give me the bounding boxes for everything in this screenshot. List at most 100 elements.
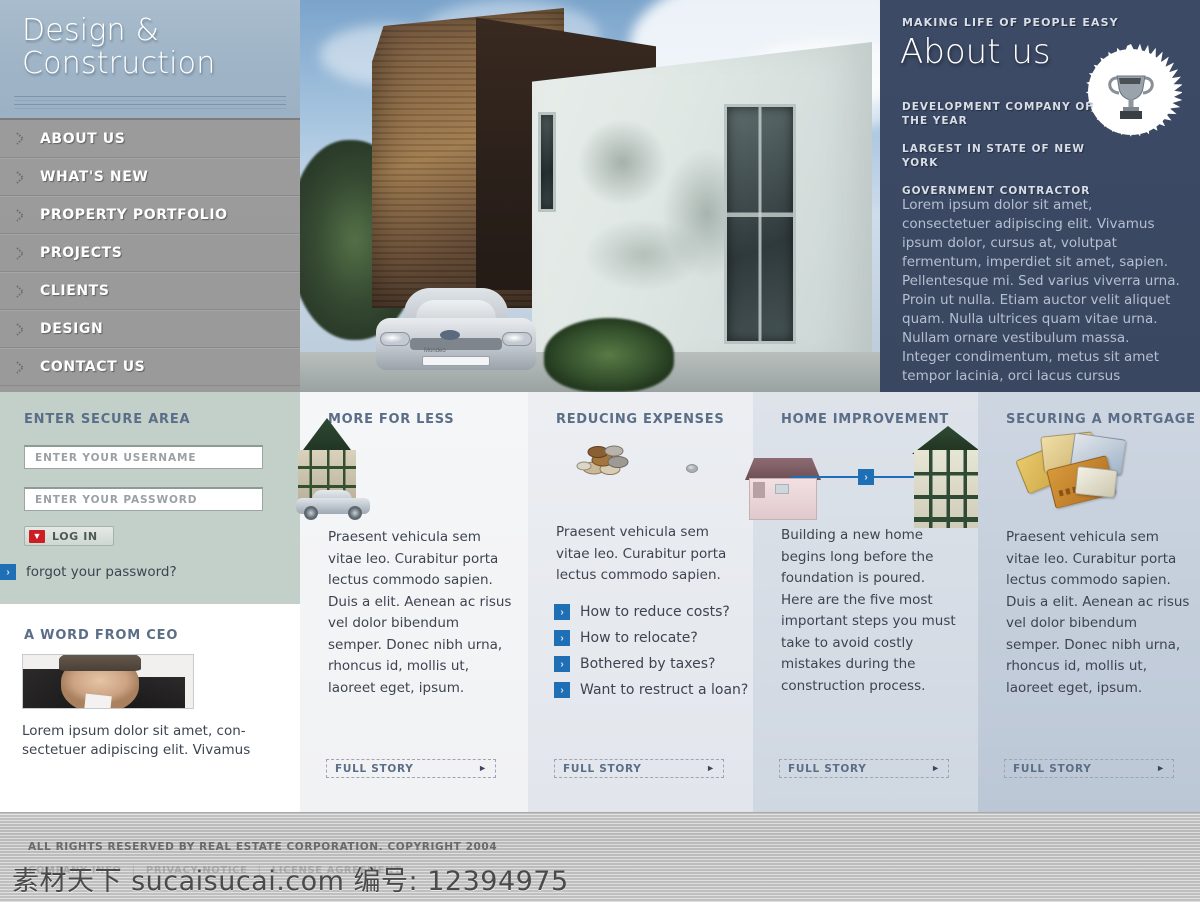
full-story-button[interactable]: FULL STORY ► bbox=[779, 759, 949, 778]
hero-building-image: Mondeo bbox=[300, 0, 880, 392]
page-title: About us bbox=[900, 32, 1051, 72]
about-highlight-item: DEVELOPMENT COMPANY OF THE YEAR bbox=[902, 101, 1094, 127]
sidebar-item-label: WHAT'S NEW bbox=[40, 169, 149, 185]
username-input[interactable]: ENTER YOUR USERNAME bbox=[24, 445, 263, 469]
card-body: Building a new home begins long before t… bbox=[781, 527, 956, 694]
left-sidebar: ENTER SECURE AREA ENTER YOUR USERNAME EN… bbox=[0, 392, 300, 812]
list-item-label: How to reduce costs? bbox=[580, 604, 730, 620]
list-item[interactable]: › How to relocate? bbox=[528, 630, 753, 646]
chevron-right-icon bbox=[0, 246, 40, 260]
secure-area-title: ENTER SECURE AREA bbox=[24, 412, 191, 427]
password-input[interactable]: ENTER YOUR PASSWORD bbox=[24, 487, 263, 511]
coins-icon bbox=[576, 438, 654, 478]
play-arrow-icon: ► bbox=[1156, 763, 1165, 773]
stock-watermark: 素材天下 sucaisucai.com 编号: 12394975 bbox=[12, 866, 569, 897]
sidebar-item-label: PROJECTS bbox=[40, 245, 123, 261]
sidebar-item-label: ABOUT US bbox=[40, 130, 126, 147]
card-reducing-expenses: REDUCING EXPENSES Praesent vehicula sem … bbox=[528, 392, 753, 812]
chevron-right-icon bbox=[0, 284, 40, 298]
about-kicker: MAKING LIFE OF PEOPLE EASY bbox=[902, 16, 1119, 29]
play-arrow-icon: ► bbox=[706, 763, 715, 773]
forgot-password-label: forgot your password? bbox=[26, 564, 177, 580]
play-arrow-icon: ► bbox=[931, 763, 940, 773]
full-story-button[interactable]: FULL STORY ► bbox=[554, 759, 724, 778]
sidebar-item-whats-new[interactable]: WHAT'S NEW bbox=[0, 158, 300, 196]
sidebar-item-label: DESIGN bbox=[40, 321, 104, 337]
about-body-text: Lorem ipsum dolor sit amet, consectetuer… bbox=[902, 197, 1180, 384]
credit-cards-icon bbox=[1015, 431, 1140, 514]
sidebar-item-contact-us[interactable]: CONTACT US bbox=[0, 348, 300, 386]
large-window bbox=[724, 104, 796, 344]
forgot-password-link[interactable]: › forgot your password? bbox=[0, 564, 177, 580]
list-item-label: How to relocate? bbox=[580, 630, 698, 646]
logo-divider-rules bbox=[14, 96, 286, 112]
full-story-label: FULL STORY bbox=[335, 762, 414, 775]
login-button[interactable]: ▼ LOG IN bbox=[24, 526, 114, 546]
card-title: SECURING A MORTGAGE bbox=[1006, 412, 1196, 427]
new-house-icon bbox=[912, 426, 984, 528]
card-link-list: › How to reduce costs? › How to relocate… bbox=[528, 604, 753, 708]
logo-line-2: Construction bbox=[22, 46, 216, 81]
list-item[interactable]: › Bothered by taxes? bbox=[528, 656, 753, 672]
sidebar-item-design[interactable]: DESIGN bbox=[0, 310, 300, 348]
chevron-right-icon: › bbox=[554, 656, 570, 672]
full-story-label: FULL STORY bbox=[788, 762, 867, 775]
download-arrow-icon: ▼ bbox=[29, 529, 45, 543]
card-securing-a-mortgage: SECURING A MORTGAGE Praesent vehicula se… bbox=[978, 392, 1200, 812]
page-root: Design & Construction ABOUT US WHAT'S NE… bbox=[0, 0, 1200, 902]
house-upgrade-icon: › bbox=[745, 426, 984, 528]
bush-decoration bbox=[544, 318, 674, 392]
logo-block[interactable]: Design & Construction bbox=[0, 0, 300, 118]
chevron-right-icon bbox=[0, 360, 40, 374]
top-band: Design & Construction ABOUT US WHAT'S NE… bbox=[0, 0, 1200, 392]
secure-area-panel: ENTER SECURE AREA ENTER YOUR USERNAME EN… bbox=[0, 392, 300, 604]
full-story-button[interactable]: FULL STORY ► bbox=[326, 759, 496, 778]
content-band: ENTER SECURE AREA ENTER YOUR USERNAME EN… bbox=[0, 392, 1200, 812]
full-story-button[interactable]: FULL STORY ► bbox=[1004, 759, 1174, 778]
chevron-right-icon[interactable]: › bbox=[858, 469, 874, 485]
about-panel: MAKING LIFE OF PEOPLE EASY About us DEVE… bbox=[880, 0, 1200, 392]
site-logo: Design & Construction bbox=[22, 14, 215, 80]
play-arrow-icon: ► bbox=[478, 763, 487, 773]
chevron-right-icon bbox=[0, 170, 40, 184]
sidebar-item-projects[interactable]: PROJECTS bbox=[0, 234, 300, 272]
login-button-label: LOG IN bbox=[52, 529, 98, 543]
card-title: HOME IMPROVEMENT bbox=[781, 412, 949, 427]
ceo-portrait bbox=[22, 654, 194, 709]
list-item-label: Want to restruct a loan? bbox=[580, 682, 749, 698]
chevron-right-icon: › bbox=[0, 564, 16, 580]
chevron-right-icon: › bbox=[554, 682, 570, 698]
chevron-right-icon: › bbox=[554, 630, 570, 646]
ceo-text: Lorem ipsum dolor sit amet, con-sectetue… bbox=[22, 723, 251, 758]
chevron-right-icon bbox=[0, 208, 40, 222]
ceo-title: A WORD FROM CEO bbox=[24, 628, 179, 643]
slim-window bbox=[538, 112, 556, 212]
list-item[interactable]: › Want to restruct a loan? bbox=[528, 682, 753, 698]
sidebar-item-property-portfolio[interactable]: PROPERTY PORTFOLIO bbox=[0, 196, 300, 234]
sidebar-item-label: PROPERTY PORTFOLIO bbox=[40, 207, 228, 223]
car-icon bbox=[296, 488, 370, 520]
sidebar-item-label: CONTACT US bbox=[40, 359, 146, 375]
card-title: REDUCING EXPENSES bbox=[556, 412, 725, 427]
card-more-for-less: MORE FOR LESS Praesent vehicula sem vita… bbox=[296, 392, 528, 812]
sidebar-item-clients[interactable]: CLIENTS bbox=[0, 272, 300, 310]
card-body: Praesent vehicula sem vitae leo. Curabit… bbox=[556, 524, 727, 583]
ceo-panel: A WORD FROM CEO Lorem ipsum dolor sit am… bbox=[0, 604, 300, 812]
list-item[interactable]: › How to reduce costs? bbox=[528, 604, 753, 620]
card-home-improvement: HOME IMPROVEMENT › Building a new home b… bbox=[745, 392, 984, 812]
full-story-label: FULL STORY bbox=[1013, 762, 1092, 775]
chevron-right-icon bbox=[0, 322, 40, 336]
about-highlight-item: LARGEST IN STATE OF NEW YORK bbox=[902, 143, 1085, 169]
card-body: Praesent vehicula sem vitae leo. Curabit… bbox=[328, 529, 512, 696]
logo-line-1: Design & bbox=[22, 13, 160, 48]
full-story-label: FULL STORY bbox=[563, 762, 642, 775]
sidebar-item-about-us[interactable]: ABOUT US bbox=[0, 120, 300, 158]
old-house-icon bbox=[745, 458, 821, 520]
chevron-right-icon: › bbox=[554, 604, 570, 620]
main-navigation: ABOUT US WHAT'S NEW PROPERTY PORTFOLIO P… bbox=[0, 118, 300, 392]
card-body: Praesent vehicula sem vitae leo. Curabit… bbox=[1006, 529, 1190, 696]
hero-car: Mondeo bbox=[376, 288, 536, 380]
single-coin-icon bbox=[686, 464, 698, 473]
sidebar-item-label: CLIENTS bbox=[40, 283, 110, 299]
list-item-label: Bothered by taxes? bbox=[580, 656, 716, 672]
